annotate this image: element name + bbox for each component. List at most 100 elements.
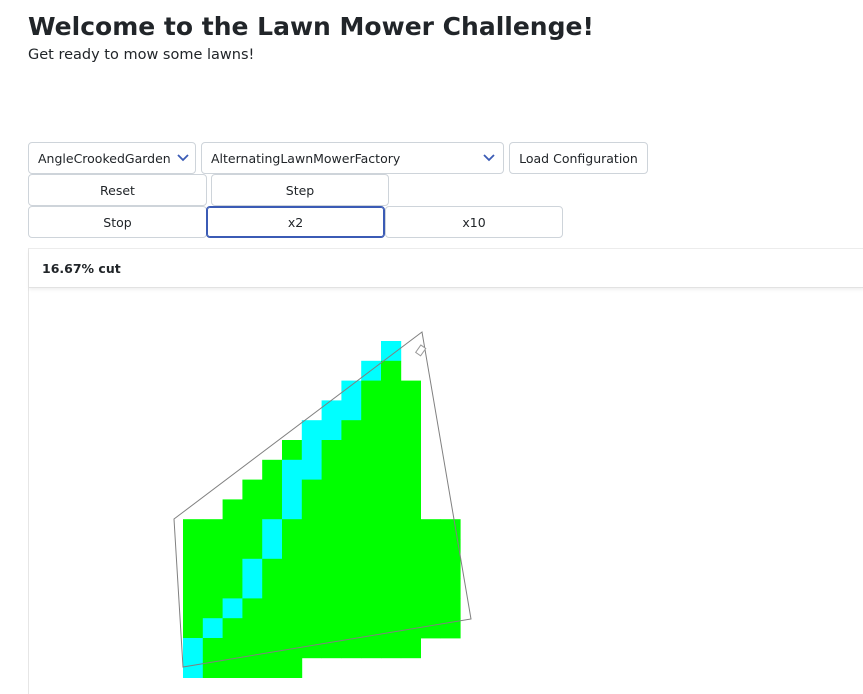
lawn-cell-grass — [440, 598, 461, 619]
lawn-cell-grass — [341, 479, 362, 500]
lawn-cell-grass — [420, 539, 441, 560]
lawn-cell-cut — [242, 558, 263, 579]
lawn-cell-cut — [282, 459, 303, 480]
lawn-cell-grass — [222, 618, 243, 639]
lawn-cell-grass — [242, 598, 263, 619]
lawn-panel: 16.67% cut — [28, 248, 863, 694]
lawn-cell-grass — [242, 618, 263, 639]
lawn-cell-cut — [202, 618, 223, 639]
page-subtitle: Get ready to mow some lawns! — [28, 47, 255, 63]
lawn-cell-grass — [321, 440, 342, 461]
lawn-cell-grass — [321, 479, 342, 500]
lawn-cell-grass — [282, 598, 303, 619]
lawn-cell-cut — [381, 341, 402, 362]
lawn-cell-grass — [381, 558, 402, 579]
lawn-cell-grass — [242, 657, 263, 678]
lawn-cell-grass — [222, 638, 243, 659]
lawn-cell-grass — [282, 618, 303, 639]
lawn-cell-grass — [341, 499, 362, 520]
lawn-cell-grass — [321, 618, 342, 639]
lawn-cell-grass — [361, 420, 382, 441]
lawn-cell-grass — [400, 598, 421, 619]
lawn-cell-grass — [202, 539, 223, 560]
lawn-cell-grass — [222, 578, 243, 599]
lawn-cell-grass — [420, 558, 441, 579]
lawn-cell-cut — [321, 400, 342, 421]
lawn-cell-grass — [341, 558, 362, 579]
lawn-cell-grass — [262, 578, 283, 599]
reset-button[interactable]: Reset — [28, 174, 207, 206]
lawn-cell-grass — [440, 578, 461, 599]
lawn-cell-grass — [262, 657, 283, 678]
lawn-cell-grass — [381, 479, 402, 500]
lawn-cell-grass — [183, 578, 204, 599]
garden-select-value: AngleCrookedGarden — [38, 150, 171, 166]
lawn-cell-cut — [242, 578, 263, 599]
stop-button[interactable]: Stop — [28, 206, 207, 238]
lawn-cell-grass — [341, 459, 362, 480]
lawn-cell-grass — [183, 539, 204, 560]
lawn-cell-grass — [381, 618, 402, 639]
lawn-cell-cut — [183, 638, 204, 659]
lawn-cell-cut — [301, 420, 322, 441]
lawn-cell-grass — [183, 598, 204, 619]
lawn-cell-grass — [341, 440, 362, 461]
lawn-cell-grass — [282, 539, 303, 560]
lawn-cell-grass — [361, 499, 382, 520]
lawn-cell-grass — [242, 479, 263, 500]
lawn-cell-grass — [183, 519, 204, 540]
lawn-cell-grass — [381, 539, 402, 560]
lawn-cell-cut — [262, 539, 283, 560]
lawn-cell-cut — [361, 360, 382, 381]
lawn-cell-grass — [420, 519, 441, 540]
chevron-down-icon — [475, 154, 503, 162]
lawn-cell-cut — [282, 499, 303, 520]
garden-select[interactable]: AngleCrookedGarden — [28, 142, 196, 174]
lawn-cell-grass — [400, 440, 421, 461]
lawn-cell-grass — [361, 539, 382, 560]
lawn-cell-grass — [262, 598, 283, 619]
lawn-cell-grass — [361, 638, 382, 659]
lawn-cell-grass — [282, 578, 303, 599]
chevron-down-icon — [171, 154, 195, 162]
lawn-cell-grass — [400, 479, 421, 500]
lawn-cell-grass — [301, 558, 322, 579]
lawn-cell-grass — [341, 539, 362, 560]
lawn-cell-grass — [301, 598, 322, 619]
lawn-cell-grass — [301, 519, 322, 540]
lawn-cell-grass — [222, 558, 243, 579]
lawn-cell-grass — [381, 380, 402, 401]
lawn-cell-grass — [202, 558, 223, 579]
speed-x2-button[interactable]: x2 — [206, 206, 385, 238]
speed-x10-button[interactable]: x10 — [385, 206, 563, 238]
lawn-cell-grass — [321, 558, 342, 579]
lawn-cell-grass — [381, 578, 402, 599]
lawn-cell-grass — [420, 618, 441, 639]
lawn-cell-cut — [301, 440, 322, 461]
lawn-cell-grass — [341, 618, 362, 639]
lawn-cell-grass — [420, 598, 441, 619]
lawn-cell-grass — [381, 638, 402, 659]
lawn-cell-grass — [341, 578, 362, 599]
lawn-cell-grass — [183, 558, 204, 579]
lawn-cell-grass — [400, 519, 421, 540]
lawn-cell-grass — [202, 598, 223, 619]
load-configuration-button[interactable]: Load Configuration — [509, 142, 648, 174]
factory-select[interactable]: AlternatingLawnMowerFactory — [201, 142, 504, 174]
lawn-cell-grass — [321, 499, 342, 520]
lawn-cell-grass — [361, 479, 382, 500]
lawn-cell-grass — [341, 598, 362, 619]
lawn-cell-grass — [301, 638, 322, 659]
lawn-cell-grass — [361, 400, 382, 421]
step-button[interactable]: Step — [211, 174, 389, 206]
lawn-cell-grass — [381, 598, 402, 619]
factory-select-value: AlternatingLawnMowerFactory — [211, 150, 401, 166]
lawn-cell-grass — [262, 558, 283, 579]
lawn-cell-grass — [242, 499, 263, 520]
lawn-cell-grass — [400, 539, 421, 560]
lawn-cell-grass — [341, 519, 362, 540]
lawn-cell-grass — [361, 440, 382, 461]
lawn-cell-grass — [202, 519, 223, 540]
lawn-cell-grass — [440, 519, 461, 540]
lawn-cell-grass — [381, 519, 402, 540]
